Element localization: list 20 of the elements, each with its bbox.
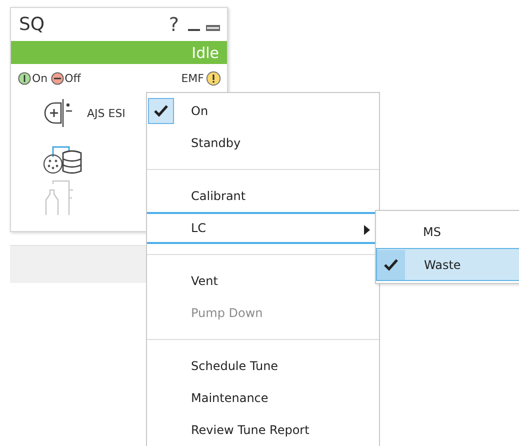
power-on-icon [18, 72, 31, 84]
panel-title: SQ [19, 14, 45, 35]
menu-item[interactable]: Review Tune Report [147, 414, 379, 446]
menu-item[interactable]: Schedule Tune [147, 350, 379, 382]
emf-label: EMF [181, 72, 204, 84]
menu-item[interactable]: Waste [376, 248, 519, 281]
menu-item[interactable]: Calibrant [147, 180, 379, 212]
warning-icon [206, 70, 221, 86]
menu-item[interactable]: Vent [147, 265, 379, 297]
power-off-icon [50, 72, 64, 84]
menu-item[interactable]: MS [376, 215, 519, 248]
status-text: Idle [192, 44, 219, 62]
help-button[interactable]: ? [168, 14, 179, 36]
menu-item[interactable]: Maintenance [147, 382, 379, 414]
legend-label: On [32, 72, 48, 84]
menu-item[interactable]: Standby [147, 127, 379, 159]
submenu-arrow-icon [364, 225, 370, 235]
legend-label: Off [64, 72, 81, 84]
menu-item[interactable]: On [147, 95, 379, 127]
module-label: AJS ESI [87, 106, 126, 120]
